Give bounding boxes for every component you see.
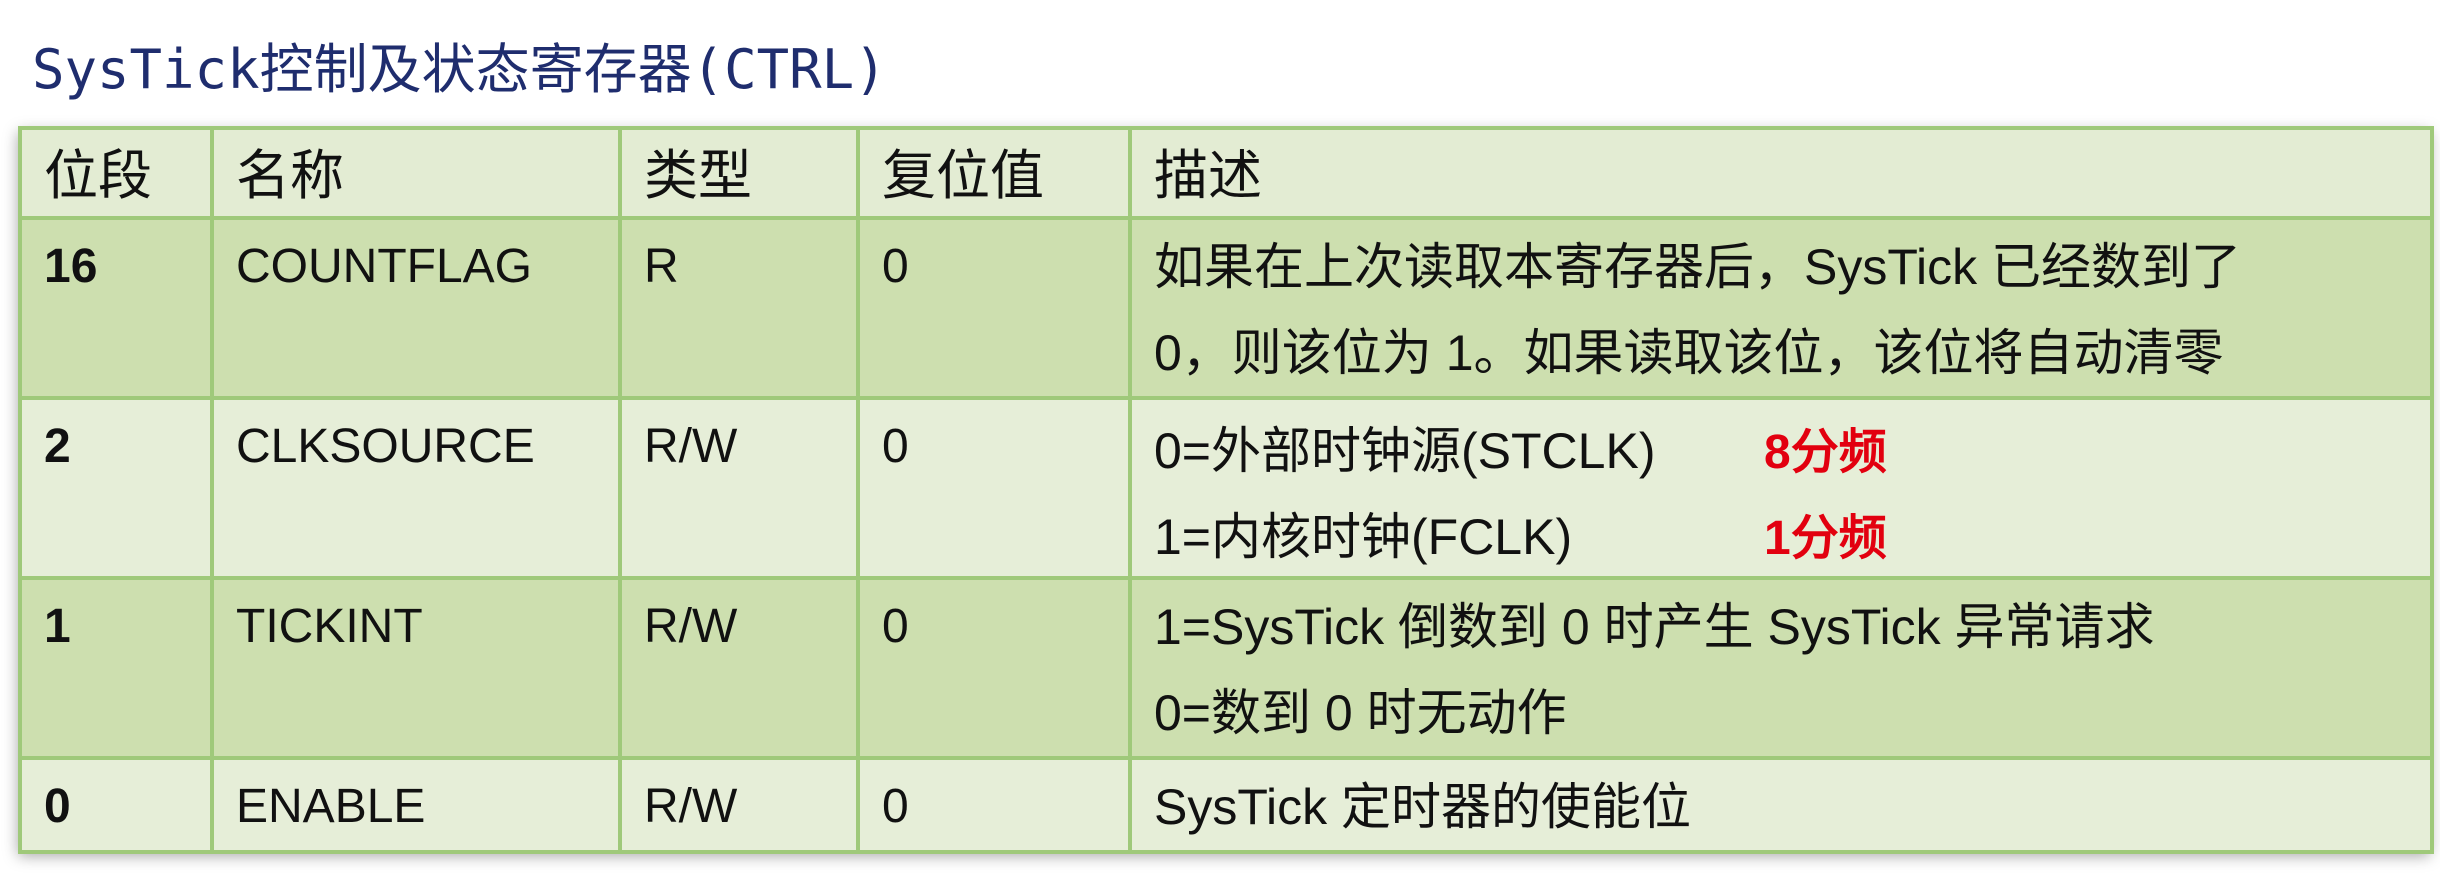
header-description: 描述	[1128, 126, 2434, 220]
description-text: 1=内核时钟(FCLK)	[1154, 509, 1573, 565]
header-bit-field: 位段	[18, 126, 214, 220]
header-type: 类型	[618, 126, 860, 220]
divider-note: 1分频	[1764, 512, 1887, 565]
reset-cell: 0	[856, 396, 1132, 580]
description-line: 0=外部时钟源(STCLK) 8分频	[1154, 402, 2428, 490]
page-title: SysTick控制及状态寄存器(CTRL)	[32, 38, 887, 101]
reset-value: 0	[882, 780, 909, 833]
description-line: SysTick 定时器的使能位	[1154, 779, 1692, 835]
description-text: 0=外部时钟源(STCLK)	[1154, 423, 1656, 479]
description-line: 1=SysTick 倒数到 0 时产生 SysTick 异常请求	[1154, 599, 2155, 655]
divider-note: 8分频	[1764, 426, 1887, 479]
name-cell: ENABLE	[210, 756, 622, 854]
description-cell: SysTick 定时器的使能位	[1128, 756, 2434, 854]
field-name: TICKINT	[236, 600, 423, 653]
type-cell: R/W	[618, 576, 860, 760]
reset-value: 0	[882, 420, 909, 473]
type-cell: R	[618, 216, 860, 400]
description-cell: 1=SysTick 倒数到 0 时产生 SysTick 异常请求 0=数到 0 …	[1128, 576, 2434, 760]
bit-value: 2	[44, 420, 71, 473]
description-line: 如果在上次读取本寄存器后，SysTick 已经数到了	[1154, 239, 2242, 295]
field-type: R/W	[644, 780, 738, 833]
bit-cell: 16	[18, 216, 214, 400]
bit-cell: 0	[18, 756, 214, 854]
table-header-row: 位段 名称 类型 复位值 描述	[18, 126, 2434, 220]
description-line: 0，则该位为 1。如果读取该位，该位将自动清零	[1154, 325, 2224, 381]
field-name: COUNTFLAG	[236, 240, 533, 293]
reset-cell: 0	[856, 576, 1132, 760]
table-row: 16 COUNTFLAG R 0 如果在上次读取本寄存器后，SysTick 已经…	[18, 216, 2434, 400]
bit-cell: 2	[18, 396, 214, 580]
register-table-container: 位段 名称 类型 复位值 描述 16 COUNTFLAG R 0 如果在上次读取…	[18, 126, 2434, 854]
header-reset-value: 复位值	[856, 126, 1132, 220]
bit-cell: 1	[18, 576, 214, 760]
bit-value: 0	[44, 780, 71, 833]
bit-value: 16	[44, 240, 98, 293]
field-name: CLKSOURCE	[236, 420, 535, 473]
table-row: 1 TICKINT R/W 0 1=SysTick 倒数到 0 时产生 SysT…	[18, 576, 2434, 760]
description-cell: 如果在上次读取本寄存器后，SysTick 已经数到了 0，则该位为 1。如果读取…	[1128, 216, 2434, 400]
name-cell: CLKSOURCE	[210, 396, 622, 580]
type-cell: R/W	[618, 756, 860, 854]
description-cell: 0=外部时钟源(STCLK) 8分频 1=内核时钟(FCLK) 1分频	[1128, 396, 2434, 580]
register-table: 位段 名称 类型 复位值 描述 16 COUNTFLAG R 0 如果在上次读取…	[18, 126, 2434, 854]
table-row: 2 CLKSOURCE R/W 0 0=外部时钟源(STCLK) 8分频 1=内…	[18, 396, 2434, 580]
type-cell: R/W	[618, 396, 860, 580]
reset-cell: 0	[856, 756, 1132, 854]
field-type: R/W	[644, 600, 738, 653]
header-name: 名称	[210, 126, 622, 220]
description-line: 0=数到 0 时无动作	[1154, 685, 1567, 741]
name-cell: COUNTFLAG	[210, 216, 622, 400]
reset-value: 0	[882, 600, 909, 653]
name-cell: TICKINT	[210, 576, 622, 760]
field-type: R	[644, 240, 679, 293]
field-type: R/W	[644, 420, 738, 473]
bit-value: 1	[44, 600, 71, 653]
description-line: 1=内核时钟(FCLK) 1分频	[1154, 490, 2428, 574]
reset-cell: 0	[856, 216, 1132, 400]
field-name: ENABLE	[236, 780, 426, 833]
reset-value: 0	[882, 240, 909, 293]
table-row: 0 ENABLE R/W 0 SysTick 定时器的使能位	[18, 756, 2434, 854]
